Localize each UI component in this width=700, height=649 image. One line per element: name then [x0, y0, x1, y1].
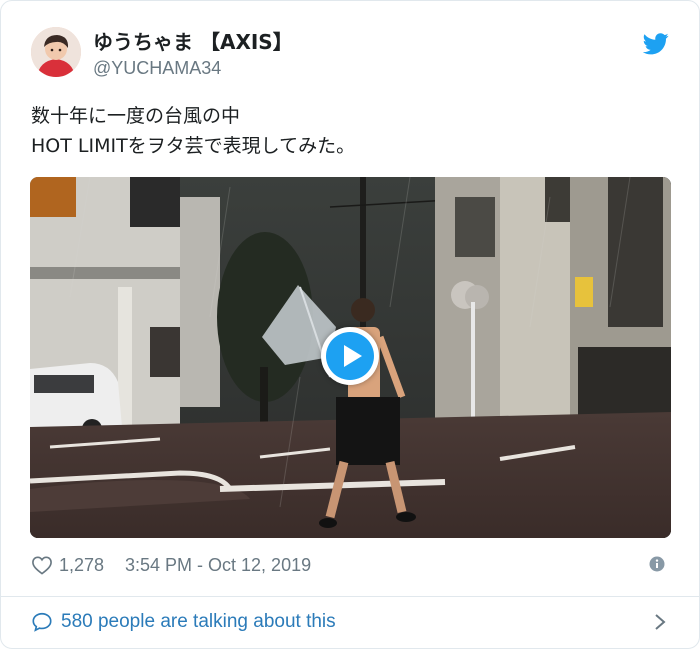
- avatar[interactable]: [31, 27, 81, 77]
- tweet-text-line-2: HOT LIMITをヲタ芸で表現してみた。: [31, 135, 356, 157]
- talking-about-link[interactable]: 580 people are talking about this: [1, 597, 699, 648]
- author-names: ゆうちゃま 【AXIS】 @YUCHAMA34: [93, 29, 293, 81]
- tweet-text-line-1: 数十年に一度の台風の中: [31, 105, 241, 127]
- video-thumbnail[interactable]: [30, 177, 671, 538]
- avatar-image: [31, 27, 81, 77]
- play-button[interactable]: [321, 327, 379, 385]
- talking-about-text[interactable]: 580 people are talking about this: [61, 610, 336, 634]
- author-handle[interactable]: @YUCHAMA34: [93, 55, 293, 81]
- tweet-timestamp[interactable]: 3:54 PM - Oct 12, 2019: [125, 553, 311, 577]
- play-icon: [326, 332, 374, 380]
- tweet-meta: 1,278 3:54 PM - Oct 12, 2019: [31, 552, 671, 580]
- embedded-tweet-card: ゆうちゃま 【AXIS】 @YUCHAMA34 数十年に一度の台風の中 HOT …: [0, 0, 700, 649]
- author-display-name[interactable]: ゆうちゃま 【AXIS】: [93, 29, 293, 55]
- tweet-text: 数十年に一度の台風の中 HOT LIMITをヲタ芸で表現してみた。: [31, 101, 671, 161]
- heart-icon[interactable]: [31, 555, 53, 575]
- twitter-bird-icon[interactable]: [643, 33, 669, 55]
- like-count[interactable]: 1,278: [59, 553, 104, 577]
- speech-bubble-icon: [32, 612, 52, 632]
- info-icon[interactable]: [649, 556, 665, 572]
- chevron-right-icon[interactable]: [653, 612, 667, 632]
- tweet-header: ゆうちゃま 【AXIS】 @YUCHAMA34: [31, 27, 671, 83]
